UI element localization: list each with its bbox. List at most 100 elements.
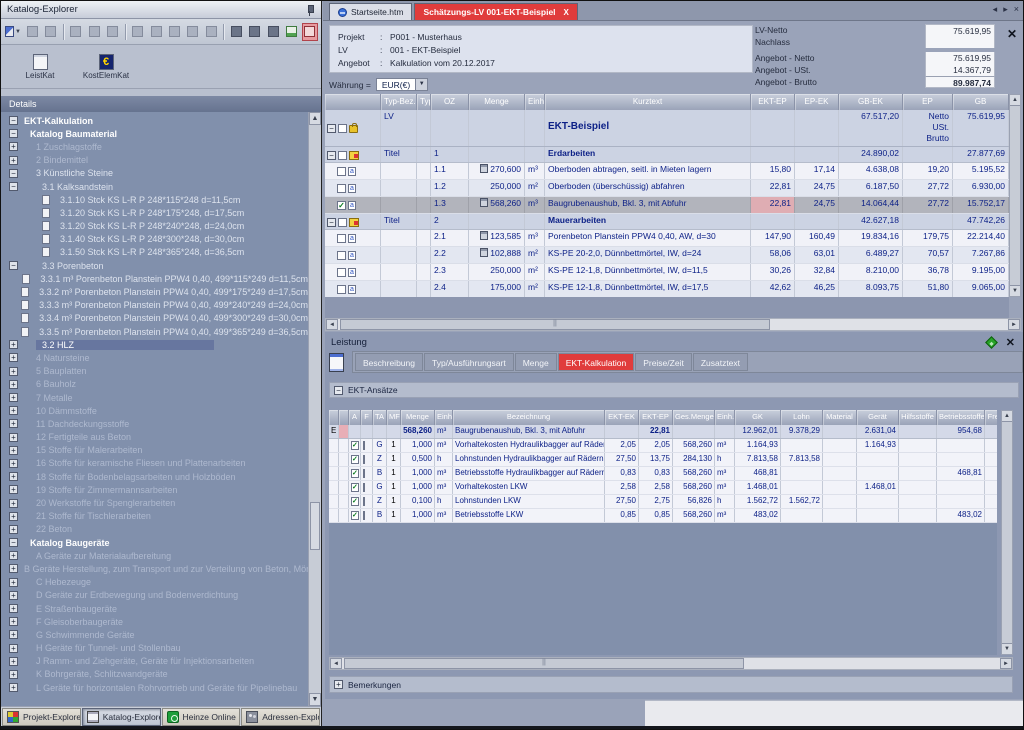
nav-back-icon[interactable]: ◂ [993,4,998,15]
tree-item[interactable]: + A Geräte zur Materialaufbereitung [1,549,308,562]
chevron-down-icon[interactable]: ▼ [415,79,427,90]
row-select-box[interactable] [338,124,347,133]
tab-zusatztext[interactable]: Zusatztext [693,353,748,371]
tab-typ-ausfuehrungsart[interactable]: Typ/Ausführungsart [424,353,514,371]
image-icon[interactable] [166,23,182,41]
checkbox-a-icon[interactable]: ✓ [351,511,359,520]
column-header-ektep[interactable]: EKT-EP [639,410,673,425]
lv-position-row[interactable]: a 1.1 270,600 m³ Oberboden abtragen, sei… [325,163,1009,180]
tree-expand-icon[interactable]: + [9,657,18,666]
quantity-calc-icon[interactable] [480,231,488,240]
tree-expand-icon[interactable]: + [9,380,18,389]
checkbox-f-icon[interactable] [363,469,365,478]
tree-item[interactable]: + 2 Bindemittel [1,154,308,167]
tree-item[interactable]: 3.3.2 m³ Porenbeton Planstein PPW4 0,40,… [1,285,308,298]
dock-diamond-icon[interactable] [985,336,998,349]
tree-expand-icon[interactable]: + [9,419,18,428]
ekt-detail-row[interactable]: ✓ Z 1 0,500 h Lohnstunden Hydraulikbagge… [329,453,997,467]
close-panel-icon[interactable]: ✕ [1006,336,1015,349]
column-header-ektek[interactable]: EKT-EK [605,410,639,425]
expand-box-icon[interactable]: − [327,218,336,227]
column-header-kurztext[interactable]: Kurztext [545,94,751,110]
ekt-ansaetze-section-header[interactable]: − EKT-Ansätze [329,382,1019,398]
lv-grid-vscrollbar[interactable]: ▲ ▼ [1009,94,1021,297]
column-header-ekt-ep[interactable]: EKT-EP [751,94,795,110]
expand-icon[interactable]: + [334,680,343,689]
tab-menge[interactable]: Menge [515,353,557,371]
tree-item[interactable]: − EKT-Kalkulation [1,114,308,127]
tree-expand-icon[interactable]: + [9,630,18,639]
tree-item[interactable]: + F Gleisoberbaugeräte [1,615,308,628]
tree-expand-icon[interactable]: + [9,591,18,600]
column-header-menge[interactable]: Menge [469,94,525,110]
column-header-ep[interactable]: EP [903,94,953,110]
row-check-icon[interactable] [337,234,346,243]
tree-item[interactable]: + 4 Natursteine [1,351,308,364]
nav-forward-icon[interactable]: ▸ [1003,4,1008,15]
lv-position-row[interactable]: a 1.2 250,000 m² Oberboden (überschüssig… [325,180,1009,197]
column-header-lohn[interactable]: Lohn [781,410,823,425]
column-header-fremd[interactable]: Fremd [985,410,997,425]
expand-box-icon[interactable]: − [327,124,336,133]
tree-expand-icon[interactable]: − [9,129,18,138]
tree-expand-icon[interactable]: + [9,564,18,573]
tree-expand-icon[interactable]: + [9,340,18,349]
row-check-icon[interactable] [337,184,346,193]
tree-item[interactable]: + L Geräte für horizontalen Rohrvortrieb… [1,681,308,694]
tree-item[interactable]: 3.1.20 Stck KS L-R P 248*175*248, d=17,5… [1,206,308,219]
lv-position-row[interactable]: a 2.4 175,000 m² KS-PE 12-1,8, Dünnbettm… [325,281,1009,298]
tree-item[interactable]: 3.1.40 Stck KS L-R P 248*300*248, d=30,0… [1,233,308,246]
tree-item[interactable]: + 22 Beton [1,523,308,536]
tree-expand-icon[interactable]: − [9,538,18,547]
tree-item[interactable]: + 16 Stoffe für keramische Fliesen und P… [1,457,308,470]
column-header-ep-ek[interactable]: EP-EK [795,94,839,110]
tree-expand-icon[interactable]: + [9,406,18,415]
ekt-detail-row[interactable]: ✓ Z 1 0,100 h Lohnstunden LKW 27,50 2,75… [329,495,997,509]
sort-icon[interactable] [265,23,281,41]
tree-item[interactable]: + 3.2 HLZ [1,338,308,351]
open-item-icon[interactable] [42,23,58,41]
tab-katalog-explorer[interactable]: Katalog-Explorer [82,708,161,726]
lv-titel-row[interactable]: − Titel 1 Erdarbeiten 24.890,02 27.877,6… [325,147,1009,163]
percent-icon[interactable] [148,23,164,41]
column-header-gb-ek[interactable]: GB-EK [839,94,903,110]
column-header-gesm[interactable]: Ges.Menge [673,410,715,425]
column-header-gb[interactable]: GB [953,94,1009,110]
tree-item[interactable]: 3.3.3 m³ Porenbeton Planstein PPW4 0,40,… [1,299,308,312]
ekt-detail-row[interactable]: ✓ G 1 1,000 m³ Vorhaltekosten Hydraulikb… [329,439,997,453]
row-check-icon[interactable] [337,167,346,176]
close-tab-icon[interactable]: X [564,8,569,17]
tree-item[interactable]: − Katalog Baumaterial [1,127,308,140]
link-icon[interactable] [185,23,201,41]
tree-expand-icon[interactable]: + [9,433,18,442]
tree-expand-icon[interactable]: + [9,499,18,508]
column-header-mf[interactable]: MF [387,410,401,425]
scroll-thumb[interactable] [310,502,320,550]
lv-summary-row[interactable]: − LV EKT-Beispiel 67.517,20 NettoUSt.Bru… [325,110,1009,147]
lv-position-row[interactable]: a 2.2 102,888 m² KS-PE 20-2,0, Dünnbettm… [325,247,1009,264]
paste-icon[interactable] [86,23,102,41]
ekt-detail-row[interactable]: ✓ B 1 1,000 m³ Betriebsstoffe Hydraulikb… [329,467,997,481]
column-header-bez[interactable]: Bezeichnung [453,410,605,425]
tree-item[interactable]: + E Straßenbaugeräte [1,602,308,615]
column-header-mat[interactable]: Material [823,410,857,425]
refresh-icon[interactable] [283,23,299,41]
column-header-ger[interactable]: Gerät [857,410,899,425]
tree-expand-icon[interactable]: + [9,617,18,626]
tree-expand-icon[interactable]: + [9,525,18,534]
tree-item[interactable]: + G Schwimmende Geräte [1,628,308,641]
tree-expand-icon[interactable]: + [9,353,18,362]
tree-item[interactable]: + 12 Fertigteile aus Beton [1,431,308,444]
properties-icon[interactable] [302,23,318,41]
column-header-menge[interactable]: Menge [401,410,435,425]
tab-heinze-online[interactable]: Heinze Online [162,708,241,726]
checkbox-a-icon[interactable]: ✓ [351,441,359,450]
tab-projekt-explorer[interactable]: Projekt-Explorer [2,708,81,726]
tree-item[interactable]: + K Bohrgeräte, Schlitzwandgeräte [1,668,308,681]
tree-item[interactable]: + 20 Werkstoffe für Spenglerarbeiten [1,496,308,509]
tab-preise-zeit[interactable]: Preise/Zeit [635,353,692,371]
tree-expand-icon[interactable]: − [9,169,18,178]
checkbox-f-icon[interactable] [363,483,365,492]
tree-expand-icon[interactable]: + [9,670,18,679]
column-header-oz[interactable]: OZ [431,94,469,110]
